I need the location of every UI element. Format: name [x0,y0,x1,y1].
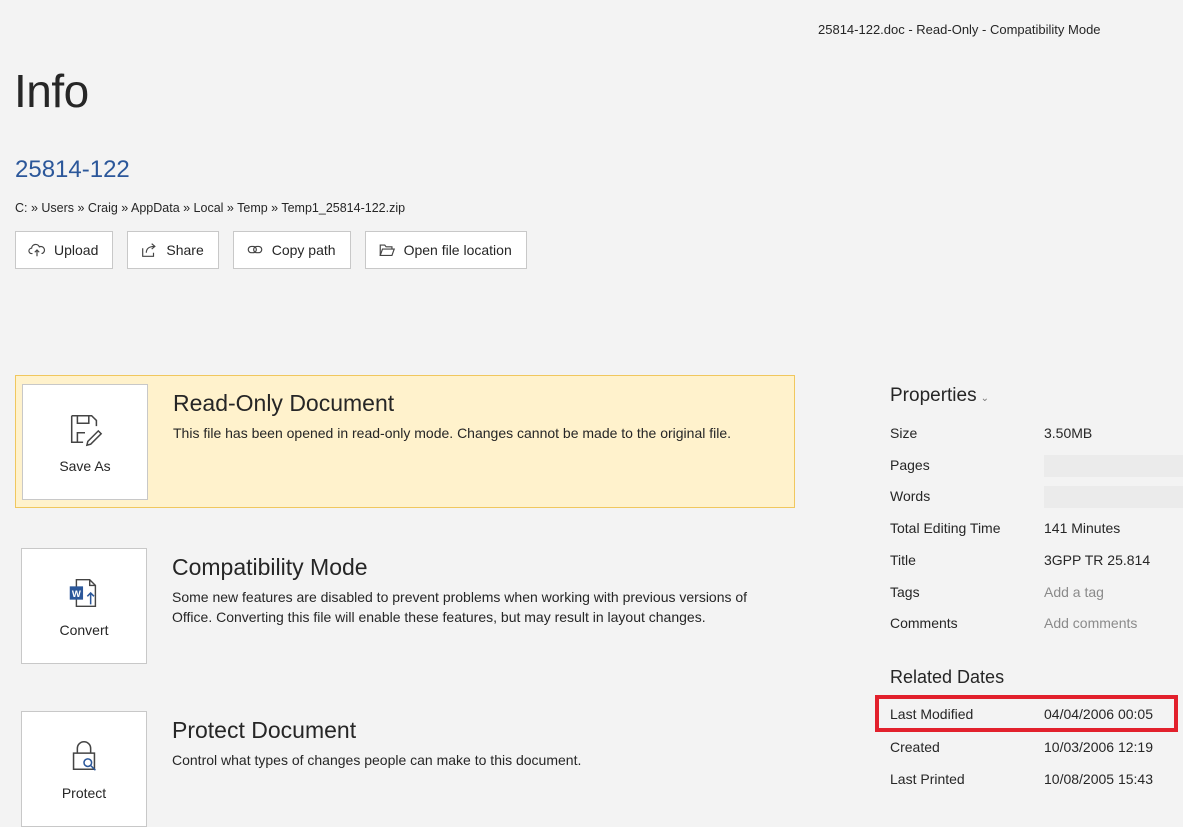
property-label: Tags [890,584,920,600]
protect-body: Protect Document Control what types of c… [172,717,782,770]
last-modified-highlight-box [875,695,1178,732]
date-created: Created 10/03/2006 12:19 [890,739,1183,767]
date-label: Created [890,739,940,755]
protect-label: Protect [61,785,107,801]
properties-dropdown[interactable]: Properties ⌄ [890,385,1183,407]
copy-path-label: Copy path [271,242,336,258]
property-words: Words [890,486,1183,516]
date-value: 10/08/2005 15:43 [1044,771,1153,787]
window-title: 25814-122.doc - Read-Only - Compatibilit… [818,22,1101,37]
property-label: Pages [890,457,930,473]
compatibility-text: Some new features are disabled to preven… [172,589,748,625]
property-value: 141 Minutes [1044,520,1121,536]
open-file-location-label: Open file location [403,242,512,258]
cloud-upload-icon [28,243,46,257]
word-convert-icon: W [69,578,97,608]
read-only-text: This file has been opened in read-only m… [173,425,732,441]
protect-heading: Protect Document [172,717,357,743]
property-value-empty [1044,455,1183,477]
property-label: Total Editing Time [890,520,1001,536]
save-as-button[interactable]: Save As [22,384,148,500]
convert-button[interactable]: W Convert [21,548,147,664]
date-value: 10/03/2006 12:19 [1044,739,1153,755]
file-actions: Upload Share Copy path Open file locatio… [15,231,527,269]
upload-button[interactable]: Upload [15,231,114,269]
document-name: 25814-122 [15,156,130,183]
share-icon [142,243,157,257]
property-label: Words [890,488,931,504]
share-label: Share [166,242,204,258]
lock-search-icon [72,740,96,771]
compatibility-section: W Convert Compatibility Mode Some new fe… [15,540,795,670]
property-size: Size 3.50MB [890,425,1183,453]
read-only-section: Save As Read-Only Document This file has… [15,375,795,508]
compatibility-body: Compatibility Mode Some new features are… [172,554,782,627]
related-dates-heading: Related Dates [890,667,1005,687]
property-comments[interactable]: Comments Add comments [890,615,1183,643]
property-label: Title [890,552,916,568]
property-editing-time: Total Editing Time 141 Minutes [890,520,1183,548]
svg-text:W: W [72,589,81,600]
properties-heading: Properties [890,385,977,406]
property-tags[interactable]: Tags Add a tag [890,584,1183,612]
read-only-body: Read-Only Document This file has been op… [173,390,783,443]
save-as-icon [70,414,103,447]
protect-button[interactable]: Protect [21,711,147,827]
protect-section: Protect Protect Document Control what ty… [15,703,795,827]
date-label: Last Printed [890,771,965,787]
property-title[interactable]: Title 3GPP TR 25.814 [890,552,1183,580]
properties-panel: Properties ⌄ Size 3.50MB Pages Words Tot… [890,385,1183,787]
property-label: Comments [890,615,958,631]
link-icon [247,245,263,254]
save-as-label: Save As [59,458,111,474]
open-file-location-button[interactable]: Open file location [364,231,527,269]
property-value: 3.50MB [1044,425,1093,441]
chevron-down-icon: ⌄ [980,392,989,404]
page-title: Info [14,65,89,117]
read-only-heading: Read-Only Document [173,390,395,416]
property-value-empty [1044,486,1183,508]
property-value[interactable]: 3GPP TR 25.814 [1044,552,1150,568]
comments-input[interactable]: Add comments [1044,615,1137,631]
convert-label: Convert [59,622,109,638]
upload-label: Upload [54,242,99,258]
copy-path-button[interactable]: Copy path [232,231,351,269]
folder-open-icon [378,244,395,256]
property-label: Size [890,425,918,441]
share-button[interactable]: Share [127,231,219,269]
tags-input[interactable]: Add a tag [1044,584,1104,600]
compatibility-heading: Compatibility Mode [172,554,368,580]
file-path-breadcrumb: C: » Users » Craig » AppData » Local » T… [15,201,406,215]
protect-text: Control what types of changes people can… [172,752,582,768]
date-last-printed: Last Printed 10/08/2005 15:43 [890,771,1183,799]
property-pages: Pages [890,455,1183,485]
